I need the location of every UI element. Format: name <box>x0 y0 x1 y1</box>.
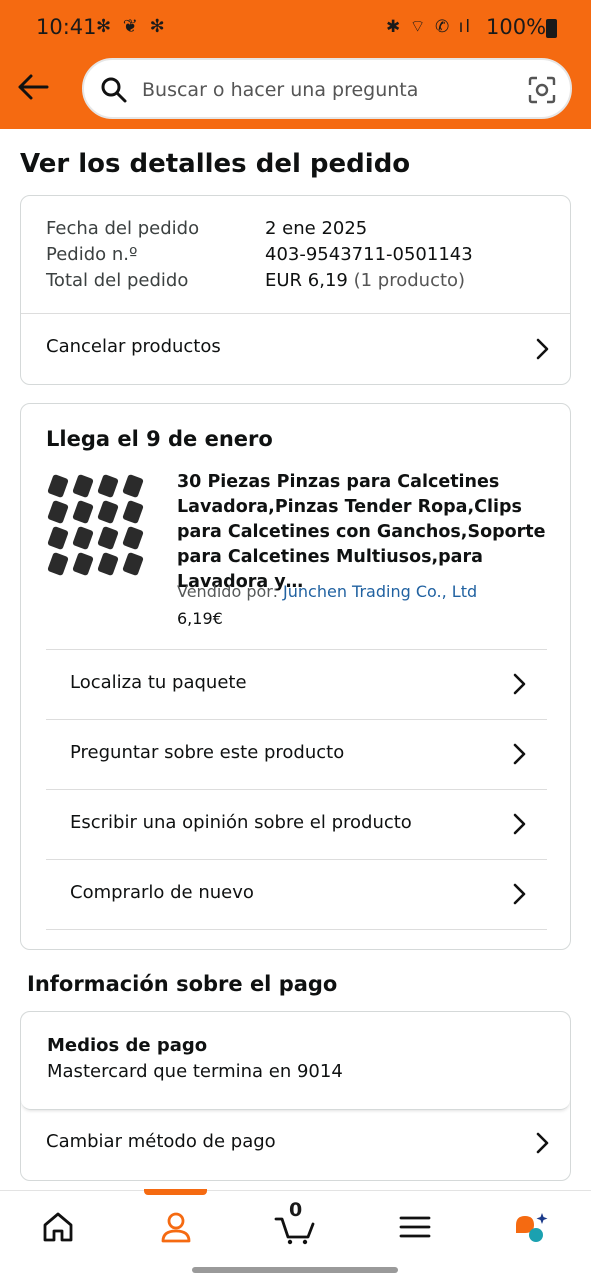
back-arrow-icon[interactable] <box>16 72 50 102</box>
notification-icons: ✻ ❦ ✻ <box>96 16 168 37</box>
system-status-icons: ✱ ⌔ ✆ ıl <box>386 17 473 37</box>
order-total-items: (1 producto) <box>353 270 466 291</box>
track-package-row[interactable]: Localiza tu paquete <box>46 650 547 719</box>
menu-icon[interactable] <box>395 1209 435 1245</box>
chevron-right-icon <box>536 338 549 360</box>
app-header: 10:41 ✻ ❦ ✻ ✱ ⌔ ✆ ıl 100% Buscar o hacer… <box>0 0 591 129</box>
chevron-right-icon <box>513 813 526 835</box>
payment-method-box: Medios de pago Mastercard que termina en… <box>21 1012 570 1110</box>
cancel-products-label: Cancelar productos <box>46 336 221 357</box>
active-tab-indicator <box>144 1189 207 1195</box>
seller-link[interactable]: Junchen Trading Co., Ltd <box>283 582 477 601</box>
order-date-value: 2 ene 2025 <box>265 218 368 239</box>
change-payment-label: Cambiar método de pago <box>46 1131 276 1152</box>
cancel-products-row[interactable]: Cancelar productos <box>21 314 570 384</box>
payment-method-title: Medios de pago <box>47 1035 208 1056</box>
chevron-right-icon <box>513 673 526 695</box>
track-package-label: Localiza tu paquete <box>70 672 247 693</box>
payment-info-heading: Información sobre el pago <box>27 972 338 996</box>
change-payment-row[interactable]: Cambiar método de pago <box>21 1111 570 1180</box>
product-price: 6,19€ <box>177 609 223 628</box>
home-icon[interactable] <box>38 1209 78 1245</box>
ask-question-row[interactable]: Preguntar sobre este producto <box>46 720 547 789</box>
account-icon[interactable] <box>156 1209 196 1245</box>
page-title: Ver los detalles del pedido <box>20 149 411 179</box>
order-total-amount: EUR 6,19 <box>265 270 348 291</box>
status-time: 10:41 <box>36 15 97 39</box>
product-image[interactable] <box>46 470 152 578</box>
write-review-row[interactable]: Escribir una opinión sobre el producto <box>46 790 547 859</box>
order-details-page: Ver los detalles del pedido Fecha del pe… <box>0 129 591 1190</box>
divider <box>46 929 547 930</box>
buy-again-row[interactable]: Comprarlo de nuevo <box>46 860 547 929</box>
bottom-navigation: 0 <box>0 1189 591 1280</box>
battery-icon <box>546 19 557 38</box>
status-bar: 10:41 ✻ ❦ ✻ ✱ ⌔ ✆ ıl 100% <box>0 0 591 56</box>
chevron-right-icon <box>513 883 526 905</box>
search-icon <box>101 77 127 103</box>
search-bar[interactable]: Buscar o hacer una pregunta <box>82 58 572 119</box>
gesture-home-bar[interactable] <box>192 1267 398 1273</box>
order-summary-card: Fecha del pedido 2 ene 2025 Pedido n.º 4… <box>20 195 571 385</box>
seller-prefix: Vendido por: <box>177 582 278 601</box>
payment-card: Medios de pago Mastercard que termina en… <box>20 1011 571 1181</box>
order-number-value: 403-9543711-0501143 <box>265 244 473 265</box>
order-total-value: EUR 6,19 (1 producto) <box>265 270 465 291</box>
order-date-label: Fecha del pedido <box>46 218 200 239</box>
rufus-assistant-icon[interactable] <box>512 1209 552 1245</box>
write-review-label: Escribir una opinión sobre el producto <box>70 812 412 833</box>
order-number-label: Pedido n.º <box>46 244 138 265</box>
seller-info: Vendido por: Junchen Trading Co., Ltd <box>177 582 477 601</box>
cart-count: 0 <box>289 1199 303 1221</box>
chevron-right-icon <box>513 743 526 765</box>
camera-scan-icon[interactable] <box>528 76 556 104</box>
buy-again-label: Comprarlo de nuevo <box>70 882 254 903</box>
battery-level: 100% <box>486 15 547 39</box>
chevron-right-icon <box>536 1132 549 1154</box>
arrival-date-heading: Llega el 9 de enero <box>46 427 273 451</box>
product-title[interactable]: 30 Piezas Pinzas para Calcetines Lavador… <box>177 470 549 595</box>
ask-question-label: Preguntar sobre este producto <box>70 742 345 763</box>
search-input[interactable]: Buscar o hacer una pregunta <box>142 79 418 101</box>
payment-method-value: Mastercard que termina en 9014 <box>47 1061 343 1082</box>
shipment-card: Llega el 9 de enero 30 Piezas Pinzas par… <box>20 403 571 950</box>
order-total-label: Total del pedido <box>46 270 189 291</box>
